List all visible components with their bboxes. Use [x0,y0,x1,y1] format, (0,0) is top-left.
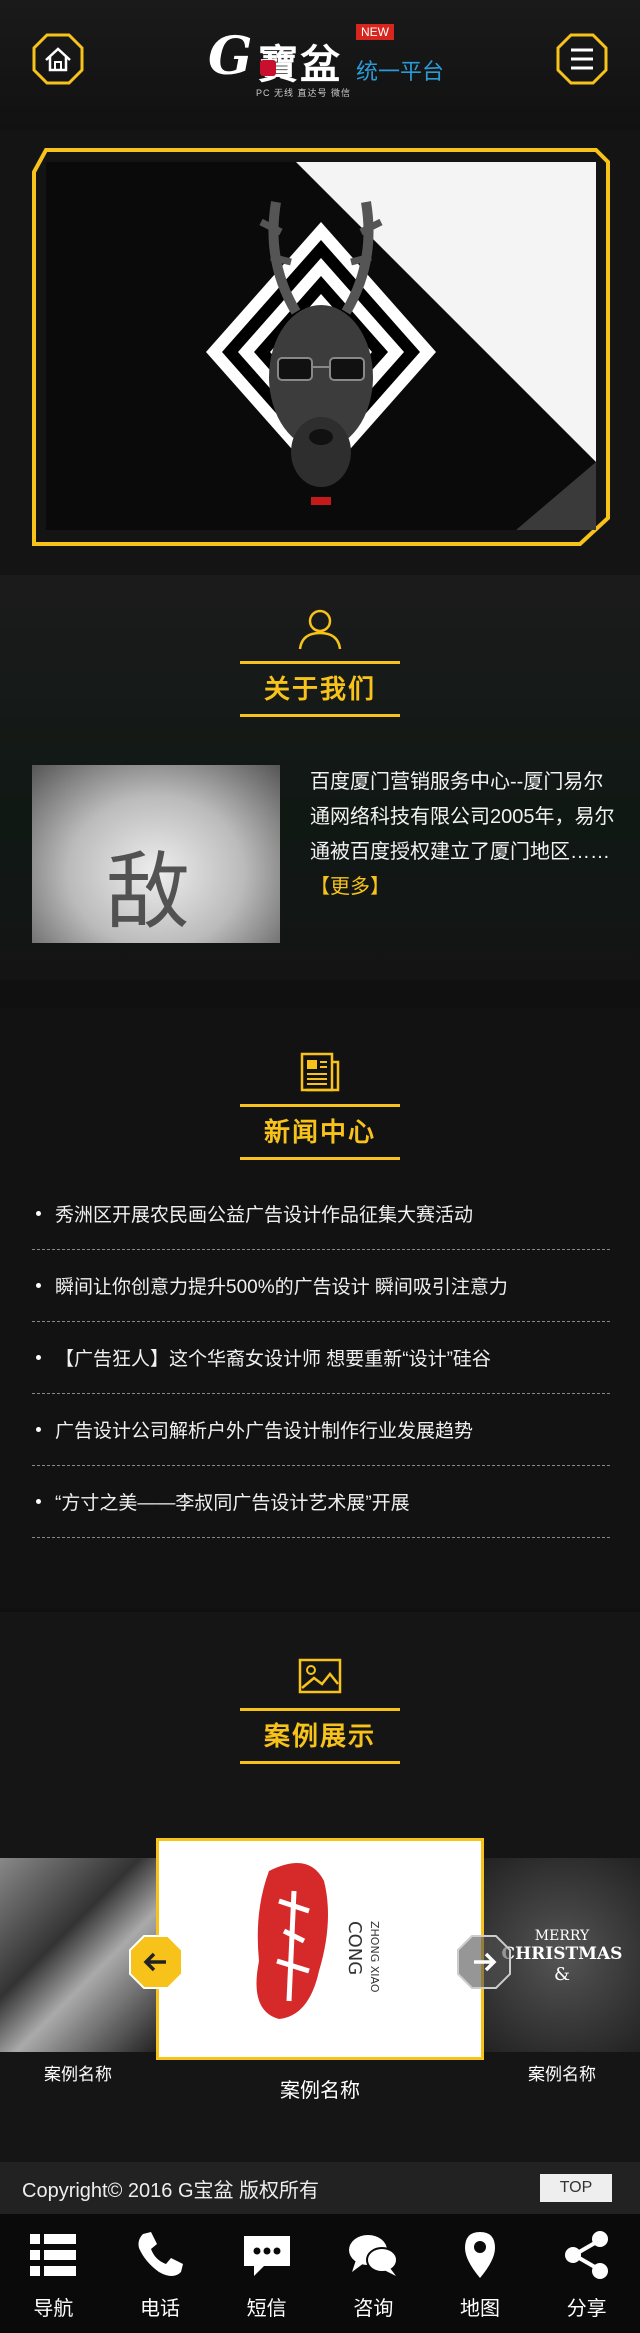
news-item[interactable]: 广告设计公司解析户外广告设计制作行业发展趋势 [32,1394,610,1466]
logo-seal [260,60,276,76]
header: G 寶盆 NEW 统一平台 PC 无线 直达号 微信 [0,0,640,130]
deer-illustration [46,162,596,530]
image-icon [298,1658,342,1694]
christmas-line-2: CHRISTMAS [501,1944,623,1964]
news-item-title: “方寸之美——李叔同广告设计艺术展”开展 [55,1493,410,1514]
arrow-right-icon [457,1935,511,1989]
about-section: 关于我们 敌 百度厦门营销服务中心--厦门易尔通网络科技有限公司2005年，易尔… [0,575,640,980]
prev-case-button[interactable] [128,1934,184,1990]
nav-label: 咨询 [353,2298,394,2320]
newspaper-icon [300,1052,340,1092]
sms-icon [243,2236,290,2276]
phone-icon [138,2232,183,2276]
about-image-char: 敌 [106,843,191,941]
news-item[interactable]: 瞬间让你创意力提升500%的广告设计 瞬间吸引注意力 [32,1250,610,1322]
copyright-text: Copyright© 2016 G宝盆 版权所有 [22,2179,320,2202]
nav-item-sms[interactable]: 短信 [213,2214,320,2333]
arrow-left-icon [129,1935,183,1989]
about-text: 百度厦门营销服务中心--厦门易尔通网络科技有限公司2005年，易尔通被百度授权建… [310,765,620,905]
case-caption-left: 案例名称 [44,2065,112,2084]
menu-button[interactable] [556,33,608,85]
list-icon [30,2234,77,2276]
news-item[interactable]: 秀洲区开展农民画公益广告设计作品征集大赛活动 [32,1178,610,1250]
news-list: 秀洲区开展农民画公益广告设计作品征集大赛活动 瞬间让你创意力提升500%的广告设… [32,1178,610,1538]
new-badge: NEW [356,24,394,40]
back-to-top-button[interactable]: TOP [540,2174,612,2202]
about-image[interactable]: 敌 [32,765,280,943]
copyright-bar: Copyright© 2016 G宝盆 版权所有 TOP [0,2162,640,2214]
news-item-title: 【广告狂人】这个华裔女设计师 想要重新“设计”硅谷 [55,1349,491,1370]
bullet-icon [36,1427,41,1432]
nav-item-share[interactable]: 分享 [533,2214,640,2333]
nav-label: 电话 [140,2298,180,2320]
christmas-line-3: & [553,1964,571,1985]
hamburger-icon [556,33,608,85]
bullet-icon [36,1499,41,1504]
case-caption-right: 案例名称 [528,2065,596,2084]
banner [0,130,640,651]
news-item-title: 秀洲区开展农民画公益广告设计作品征集大赛活动 [55,1205,474,1226]
case-logo-sub: ZHONG XIAO [368,1921,381,1993]
chat-icon [349,2235,399,2276]
news-item-title: 广告设计公司解析户外广告设计制作行业发展趋势 [55,1421,474,1442]
page: G 寶盆 NEW 统一平台 PC 无线 直达号 微信 关于我们 敌 百度厦门营销… [0,0,640,2333]
next-case-button[interactable] [456,1934,512,1990]
case-logo-latin: CONG [344,1921,365,1975]
home-icon [32,33,84,85]
case-caption-center: 案例名称 [280,2080,360,2102]
bullet-icon [36,1283,41,1288]
christmas-line-1: MERRY [534,1928,590,1944]
christmas-card: MERRY CHRISTMAS & [494,1928,630,1985]
home-button[interactable] [32,33,84,85]
cases-section: 案例展示 案例名称 CONG ZHONG XIAO 案例名称 MERRY CHR… [0,1612,640,2162]
logo-g: G [208,26,253,87]
case-carousel: 案例名称 CONG ZHONG XIAO 案例名称 MERRY CHRISTMA… [0,1838,640,2102]
about-body: 百度厦门营销服务中心--厦门易尔通网络科技有限公司2005年，易尔通被百度授权建… [310,771,615,863]
about-more-link[interactable]: 【更多】 [310,876,390,898]
bottom-nav: 导航 电话 短信 咨询 地图 分享 [0,2214,640,2333]
nav-item-map[interactable]: 地图 [427,2214,534,2333]
map-pin-icon [465,2232,496,2278]
bullet-icon [36,1355,41,1360]
share-icon [564,2231,608,2279]
case-card-center[interactable]: CONG ZHONG XIAO [156,1838,484,2060]
nav-label: 分享 [566,2298,607,2320]
banner-image[interactable] [46,162,596,530]
logo-subtitle: 统一平台 [356,59,445,84]
news-item-title: 瞬间让你创意力提升500%的广告设计 瞬间吸引注意力 [55,1277,508,1298]
cases-title: 案例展示 [240,1708,400,1764]
news-section: 新闻中心 秀洲区开展农民画公益广告设计作品征集大赛活动 瞬间让你创意力提升500… [0,1008,640,1608]
nav-item-guide[interactable]: 导航 [0,2214,107,2333]
seal-logo: CONG ZHONG XIAO [256,1863,381,2019]
news-item[interactable]: 【广告狂人】这个华裔女设计师 想要重新“设计”硅谷 [32,1322,610,1394]
bullet-icon [36,1211,41,1216]
logo[interactable]: G 寶盆 NEW 统一平台 PC 无线 直达号 微信 [200,20,460,100]
about-title: 关于我们 [240,661,400,717]
nav-label: 导航 [33,2298,74,2320]
logo-tagline: PC 无线 直达号 微信 [256,88,352,98]
news-title: 新闻中心 [240,1104,400,1160]
news-item[interactable]: “方寸之美——李叔同广告设计艺术展”开展 [32,1466,610,1538]
nav-label: 短信 [246,2298,287,2320]
banner-frame [32,148,610,546]
nav-item-consult[interactable]: 咨询 [320,2214,427,2333]
nav-label: 地图 [460,2298,501,2320]
nav-item-phone[interactable]: 电话 [107,2214,214,2333]
user-icon [298,609,342,650]
